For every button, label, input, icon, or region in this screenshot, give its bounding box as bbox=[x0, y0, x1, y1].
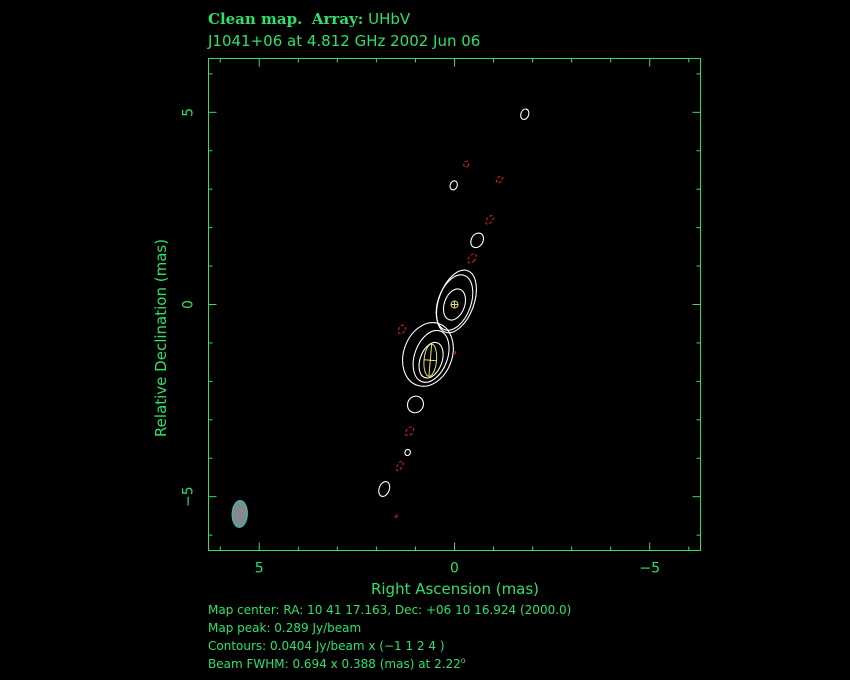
beam-fwhm-text: Beam FWHM: 0.694 x 0.388 (mas) at 2.22o bbox=[208, 656, 466, 671]
positive-contour bbox=[404, 448, 411, 457]
positive-contour bbox=[406, 395, 424, 414]
x-tick-label: 0 bbox=[450, 561, 459, 577]
positive-contour bbox=[378, 481, 391, 497]
degree-mark: o bbox=[460, 656, 466, 665]
map-peak-text: Map peak: 0.289 Jy/beam bbox=[208, 621, 362, 635]
negative-contour bbox=[405, 426, 415, 437]
y-tick-label: 0 bbox=[181, 300, 197, 309]
contour-map: 5 0 −5 5 0 −5 Right Ascension (mas) Relative … bbox=[152, 58, 701, 598]
y-tick-label: 5 bbox=[181, 108, 197, 117]
negative-contour bbox=[463, 160, 470, 168]
negative-contour bbox=[495, 175, 504, 184]
map-center-text: Map center: RA: 10 41 17.163, Dec: +06 1… bbox=[208, 603, 572, 617]
contour-lines bbox=[378, 108, 530, 518]
y-tick-label: −5 bbox=[181, 486, 197, 507]
beam-fwhm-value: Beam FWHM: 0.694 x 0.388 (mas) at 2.22 bbox=[208, 657, 461, 671]
negative-contour bbox=[395, 460, 404, 472]
negative-contour bbox=[397, 324, 406, 335]
x-tick-label: −5 bbox=[639, 561, 660, 577]
beam-ellipse bbox=[231, 500, 248, 528]
contours-text: Contours: 0.0404 Jy/beam x (−1 1 2 4 ) bbox=[208, 639, 445, 653]
positive-contour bbox=[520, 108, 530, 121]
negative-contour bbox=[485, 215, 495, 225]
positive-contour bbox=[470, 232, 485, 249]
y-axis-label: Relative Declination (mas) bbox=[152, 239, 170, 437]
negative-contour bbox=[467, 253, 477, 264]
x-tick-label: 5 bbox=[255, 561, 264, 577]
negative-contour bbox=[394, 514, 398, 518]
x-axis-label: Right Ascension (mas) bbox=[371, 580, 539, 598]
beam-ellipse-group bbox=[231, 500, 248, 528]
positive-contour bbox=[449, 180, 458, 191]
